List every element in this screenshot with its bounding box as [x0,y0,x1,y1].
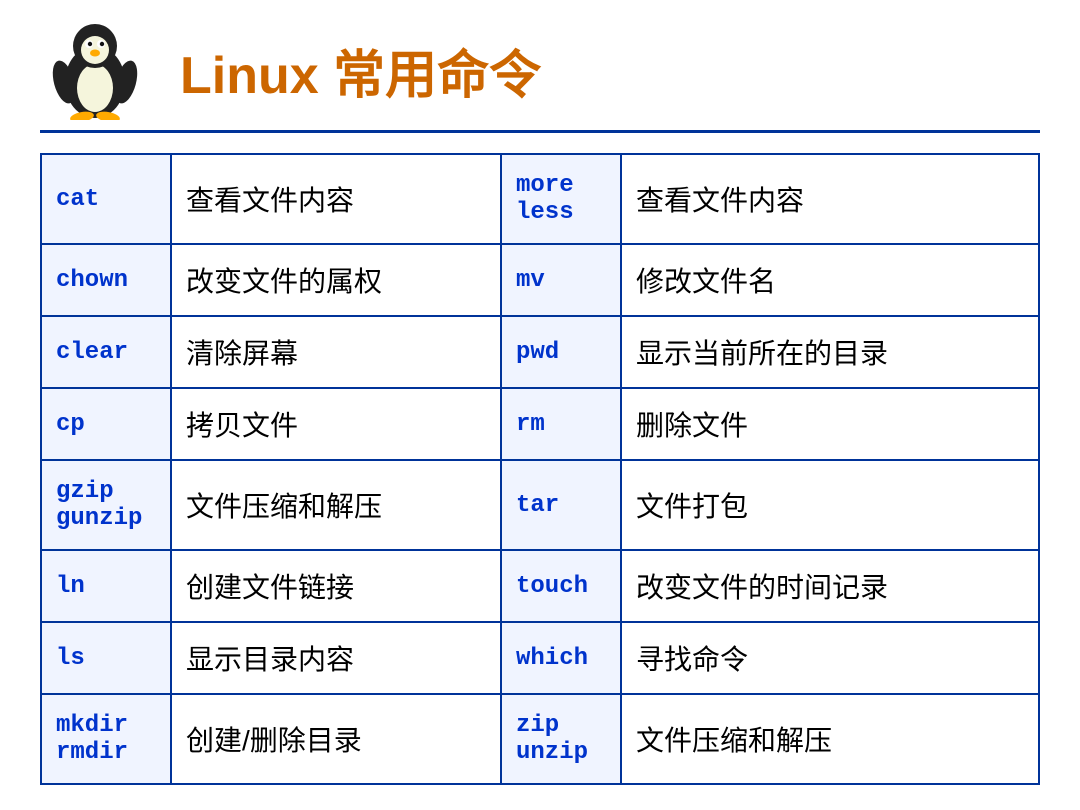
command-name-right: pwd [501,316,621,388]
command-desc-right: 显示当前所在的目录 [621,316,1039,388]
table-row: clear清除屏幕pwd显示当前所在的目录 [41,316,1039,388]
command-desc-right: 查看文件内容 [621,154,1039,244]
command-name-left: chown [41,244,171,316]
command-desc-right: 寻找命令 [621,622,1039,694]
command-desc-left: 文件压缩和解压 [171,460,501,550]
main-page: Linux 常用命令 cat查看文件内容moreless查看文件内容chown改… [0,0,1080,810]
table-row: ln创建文件链接touch改变文件的时间记录 [41,550,1039,622]
command-name-right: mv [501,244,621,316]
command-name-left: cp [41,388,171,460]
table-row: mkdirrmdir创建/删除目录zipunzip文件压缩和解压 [41,694,1039,784]
table-row: gzipgunzip文件压缩和解压tar文件打包 [41,460,1039,550]
command-name-right: zipunzip [501,694,621,784]
command-name-right: touch [501,550,621,622]
command-desc-right: 删除文件 [621,388,1039,460]
table-row: chown改变文件的属权mv修改文件名 [41,244,1039,316]
command-desc-right: 改变文件的时间记录 [621,550,1039,622]
command-name-right: tar [501,460,621,550]
command-desc-left: 清除屏幕 [171,316,501,388]
command-desc-left: 创建文件链接 [171,550,501,622]
command-desc-left: 显示目录内容 [171,622,501,694]
command-desc-left: 改变文件的属权 [171,244,501,316]
command-desc-right: 文件压缩和解压 [621,694,1039,784]
table-row: cp拷贝文件rm删除文件 [41,388,1039,460]
table-row: ls显示目录内容which寻找命令 [41,622,1039,694]
header: Linux 常用命令 [40,20,1040,133]
command-name-right: which [501,622,621,694]
command-desc-right: 文件打包 [621,460,1039,550]
tux-penguin-icon [40,20,150,120]
table-row: cat查看文件内容moreless查看文件内容 [41,154,1039,244]
command-desc-left: 创建/删除目录 [171,694,501,784]
command-desc-left: 拷贝文件 [171,388,501,460]
command-name-right: rm [501,388,621,460]
command-name-left: gzipgunzip [41,460,171,550]
command-desc-right: 修改文件名 [621,244,1039,316]
command-name-left: cat [41,154,171,244]
command-name-left: clear [41,316,171,388]
command-name-left: ln [41,550,171,622]
command-name-right: moreless [501,154,621,244]
command-desc-left: 查看文件内容 [171,154,501,244]
command-table: cat查看文件内容moreless查看文件内容chown改变文件的属权mv修改文… [40,153,1040,785]
command-name-left: mkdirrmdir [41,694,171,784]
page-title: Linux 常用命令 [180,33,541,108]
command-name-left: ls [41,622,171,694]
